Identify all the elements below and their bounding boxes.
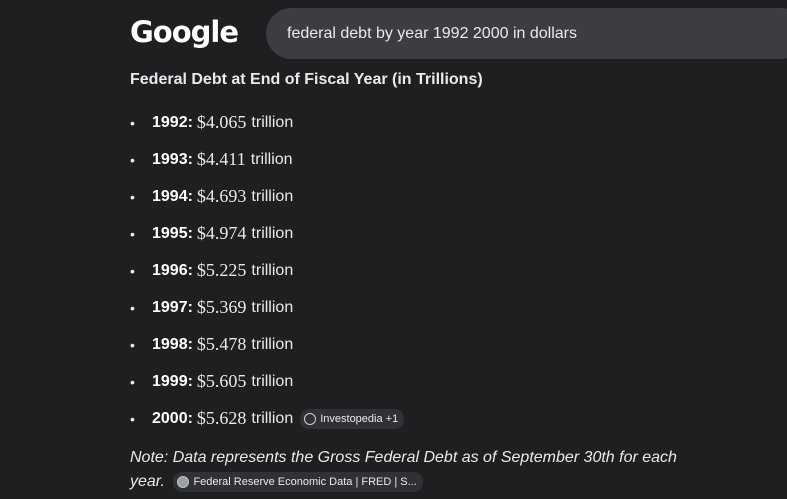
list-item-year: 1994: bbox=[152, 187, 193, 205]
note-text: Note: Data represents the Gross Federal … bbox=[130, 446, 700, 494]
list-item-year: 1992: bbox=[152, 113, 193, 131]
bullet-icon: • bbox=[130, 225, 135, 242]
bullet-icon: • bbox=[130, 373, 135, 390]
bullet-icon: • bbox=[130, 114, 135, 131]
list-item-year: 2000: bbox=[152, 409, 193, 427]
list-item-amount: $5.605 bbox=[196, 371, 247, 391]
list-item-amount: $5.628 bbox=[196, 408, 247, 428]
list-item-unit: trillion bbox=[251, 224, 294, 242]
source-chip-fred[interactable]: Federal Reserve Economic Data | FRED | S… bbox=[173, 471, 423, 492]
list-item: • 1993: $4.411 trillion bbox=[130, 141, 404, 178]
source-chip-investopedia[interactable]: Investopedia +1 bbox=[300, 408, 405, 429]
list-item: • 2000: $5.628 trillion Investopedia +1 bbox=[130, 400, 405, 437]
list-item: • 1996: $5.225 trillion bbox=[130, 252, 404, 289]
bullet-icon: • bbox=[130, 299, 135, 316]
answer-heading: Federal Debt at End of Fiscal Year (in T… bbox=[130, 71, 483, 88]
list-item-amount: $4.411 bbox=[196, 149, 246, 169]
list-item: • 1994: $4.693 trillion bbox=[130, 178, 404, 215]
list-item-unit: trillion bbox=[251, 187, 294, 205]
list-item: • 1992: $4.065 trillion bbox=[130, 104, 404, 141]
bullet-icon: • bbox=[130, 410, 135, 427]
list-item-amount: $5.225 bbox=[196, 260, 247, 280]
list-item-unit: trillion bbox=[251, 261, 294, 279]
list-item-year: 1999: bbox=[152, 372, 193, 390]
list-item: • 1997: $5.369 trillion bbox=[130, 289, 404, 326]
search-box[interactable] bbox=[266, 8, 787, 59]
bullet-icon: • bbox=[130, 336, 135, 353]
list-item-unit: trillion bbox=[250, 150, 293, 168]
list-item-year: 1998: bbox=[152, 335, 193, 353]
list-item-amount: $4.065 bbox=[196, 112, 247, 132]
bullet-icon: • bbox=[130, 151, 135, 168]
bullet-icon: • bbox=[130, 188, 135, 205]
bullet-icon: • bbox=[130, 262, 135, 279]
list-item-amount: $5.478 bbox=[196, 334, 247, 354]
source-chip-label: Federal Reserve Economic Data | FRED | S… bbox=[193, 475, 417, 488]
search-input[interactable] bbox=[287, 24, 787, 43]
list-item-unit: trillion bbox=[251, 335, 294, 353]
globe-icon bbox=[304, 412, 317, 425]
list-item-year: 1993: bbox=[152, 150, 193, 168]
list-item: • 1998: $5.478 trillion bbox=[130, 326, 404, 363]
list-item-amount: $4.974 bbox=[196, 223, 247, 243]
list-item-year: 1996: bbox=[152, 261, 193, 279]
list-item-year: 1995: bbox=[152, 224, 193, 242]
debt-list: • 1992: $4.065 trillion • 1993: $4.411 t… bbox=[130, 104, 405, 437]
list-item: • 1995: $4.974 trillion bbox=[130, 215, 404, 252]
list-item-amount: $4.693 bbox=[196, 186, 247, 206]
google-logo[interactable]: Google bbox=[130, 14, 239, 50]
source-chip-label: Investopedia +1 bbox=[320, 412, 399, 425]
list-item-amount: $5.369 bbox=[196, 297, 247, 317]
list-item-year: 1997: bbox=[152, 298, 193, 316]
list-item-unit: trillion bbox=[251, 298, 294, 316]
list-item-unit: trillion bbox=[251, 113, 294, 131]
list-item: • 1999: $5.605 trillion bbox=[130, 363, 404, 400]
list-item-unit: trillion bbox=[251, 372, 294, 390]
fred-logo-icon bbox=[177, 475, 190, 488]
list-item-unit: trillion bbox=[251, 409, 294, 427]
